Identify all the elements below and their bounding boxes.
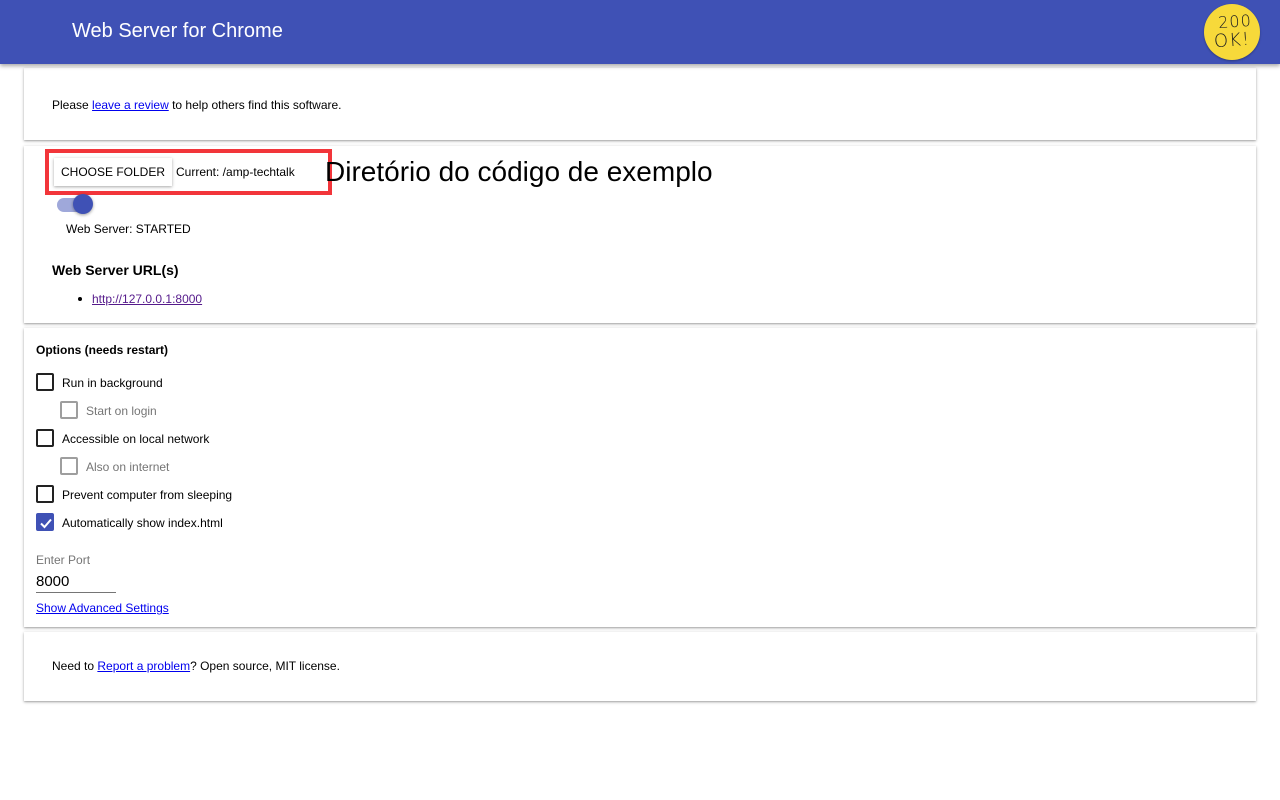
- review-message: Please leave a review to help others fin…: [52, 98, 342, 112]
- leave-review-link[interactable]: leave a review: [92, 98, 169, 112]
- port-input[interactable]: [36, 571, 116, 593]
- option-label: Automatically show index.html: [62, 516, 223, 530]
- review-suffix: to help others find this software.: [168, 98, 342, 112]
- option-label: Start on login: [86, 404, 157, 418]
- server-status: Web Server: STARTED: [66, 222, 191, 236]
- server-url-link[interactable]: http://127.0.0.1:8000: [92, 292, 202, 306]
- show-advanced-settings-link[interactable]: Show Advanced Settings: [36, 601, 169, 615]
- review-prefix: Please: [52, 98, 93, 112]
- options-title: Options (needs restart): [36, 343, 169, 357]
- server-toggle[interactable]: [57, 194, 95, 216]
- logo-text-ok: OK!: [1213, 28, 1251, 53]
- footer-message: Need to Report a problem? Open source, M…: [52, 659, 340, 673]
- urls-heading: Web Server URL(s): [52, 262, 179, 278]
- server-card: CHOOSE FOLDER Current: /amp-techtalk Dir…: [24, 146, 1256, 323]
- footer-card: Need to Report a problem? Open source, M…: [24, 632, 1256, 701]
- options-card: Options (needs restart) Run in backgroun…: [24, 328, 1256, 627]
- review-card: Please leave a review to help others fin…: [24, 68, 1256, 140]
- checkbox-show-index-html[interactable]: [36, 513, 54, 531]
- bullet-icon: [78, 297, 82, 301]
- annotation-text: Diretório do código de exemplo: [325, 156, 713, 187]
- checkbox-start-on-login[interactable]: [60, 401, 78, 419]
- toggle-thumb: [73, 194, 93, 214]
- footer-prefix: Need to: [52, 659, 98, 673]
- option-label: Run in background: [62, 376, 163, 390]
- port-label: Enter Port: [36, 553, 91, 567]
- checkbox-also-on-internet[interactable]: [60, 457, 78, 475]
- 200-ok-logo: 200 OK!: [1204, 4, 1260, 60]
- checkbox-accessible-on-local-network[interactable]: [36, 429, 54, 447]
- option-label: Accessible on local network: [62, 432, 210, 446]
- checkbox-run-in-background[interactable]: [36, 373, 54, 391]
- option-label: Prevent computer from sleeping: [62, 488, 233, 502]
- report-problem-link[interactable]: Report a problem: [97, 659, 190, 673]
- annotation-highlight-box: [45, 149, 332, 195]
- app-header: Web Server for Chrome 200 OK!: [0, 0, 1280, 64]
- footer-suffix: ? Open source, MIT license.: [190, 659, 340, 673]
- option-label: Also on internet: [86, 460, 170, 474]
- app-title: Web Server for Chrome: [72, 20, 283, 42]
- checkmark-icon: [40, 518, 52, 529]
- checkbox-prevent-sleeping[interactable]: [36, 485, 54, 503]
